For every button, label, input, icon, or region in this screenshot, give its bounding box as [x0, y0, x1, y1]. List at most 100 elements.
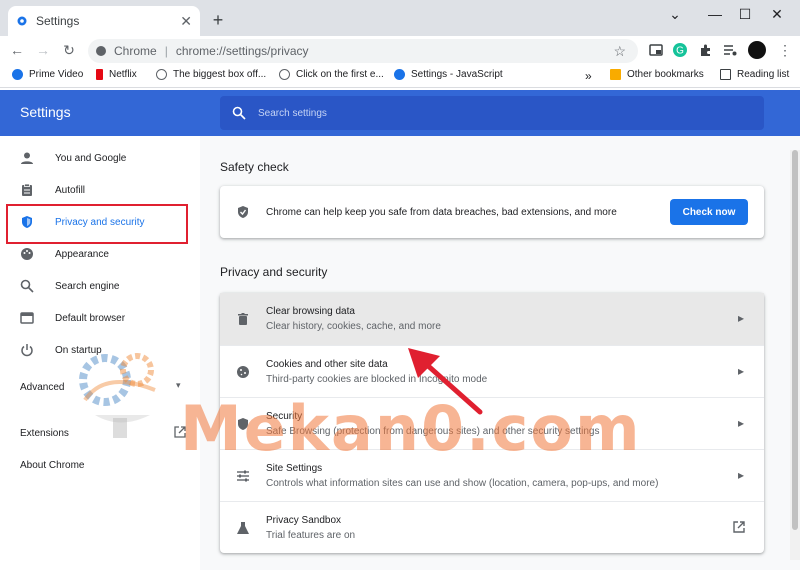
cookies-row[interactable]: Cookies and other site data Third-party …	[220, 345, 764, 397]
trash-icon	[238, 313, 248, 325]
sidebar-item-label: Default browser	[55, 312, 126, 324]
cookie-icon	[237, 365, 249, 378]
sidebar-item-search-engine[interactable]: Search engine	[0, 270, 200, 302]
shield-check-icon	[238, 206, 248, 218]
sidebar-item-default-browser[interactable]: Default browser	[0, 302, 200, 334]
sliders-icon	[237, 470, 249, 481]
reading-list-label: Reading list	[737, 69, 790, 80]
bookmark-label: The biggest box off...	[173, 69, 267, 80]
url-text[interactable]: chrome://settings/privacy	[176, 44, 309, 58]
address-bar[interactable]: Chrome | chrome://settings/privacy ☆	[88, 39, 638, 63]
palette-icon	[21, 248, 33, 260]
other-bookmarks-label: Other bookmarks	[627, 69, 704, 80]
close-window-button[interactable]: ✕	[762, 4, 792, 24]
settings-header: Settings	[0, 90, 800, 136]
reading-list[interactable]: Reading list	[720, 69, 789, 80]
row-title: Privacy Sandbox	[266, 514, 342, 526]
netflix-icon	[96, 69, 103, 80]
chevron-right-icon: ▸	[737, 468, 744, 482]
scrollbar-thumb[interactable]	[792, 150, 798, 530]
tab-search-icon[interactable]: ⌄	[660, 4, 690, 24]
back-icon[interactable]: ←	[6, 40, 28, 60]
tab-settings[interactable]: Settings ✕	[8, 6, 200, 36]
reading-list-icon	[720, 69, 731, 80]
bookmark-item[interactable]: Netflix	[96, 69, 137, 80]
prime-video-icon	[12, 69, 23, 80]
search-input[interactable]	[258, 107, 738, 119]
chevron-right-icon: ▸	[737, 364, 744, 378]
bookmark-label: Settings - JavaScript	[411, 69, 503, 80]
bookmarks-overflow-button[interactable]: »	[585, 69, 592, 83]
menu-dots-icon[interactable]: ⋮	[774, 40, 796, 60]
media-control-icon[interactable]	[722, 42, 738, 58]
safety-check-card: Chrome can help keep you safe from data …	[220, 186, 764, 238]
bookmarks-bar: Prime Video Netflix The biggest box off.…	[0, 64, 800, 88]
globe-icon	[156, 69, 167, 80]
site-label: Chrome	[114, 44, 157, 58]
chrome-site-icon	[96, 46, 106, 56]
page-title: Settings	[20, 104, 71, 120]
safety-check-heading: Safety check	[220, 160, 289, 174]
scrollbar[interactable]	[790, 150, 800, 560]
sidebar-item-label: Search engine	[55, 280, 120, 292]
bookmark-item[interactable]: Prime Video	[12, 69, 83, 80]
red-arrow-annotation	[408, 348, 483, 415]
omnibox-separator: |	[164, 44, 168, 58]
gear-icon	[394, 69, 405, 80]
gear-icon	[17, 16, 27, 26]
svg-text:G: G	[676, 46, 684, 57]
safety-check-text: Chrome can help keep you safe from data …	[266, 206, 617, 218]
sidebar-item-autofill[interactable]: Autofill	[0, 174, 200, 206]
toolbar: ← → ↻ Chrome | chrome://settings/privacy…	[0, 36, 800, 64]
bookmark-item[interactable]: Click on the first e...	[279, 69, 384, 80]
privacy-sandbox-row[interactable]: Privacy Sandbox Trial features are on	[220, 501, 764, 553]
close-tab-icon[interactable]: ✕	[180, 13, 192, 30]
sidebar-item-appearance[interactable]: Appearance	[0, 238, 200, 270]
search-icon	[20, 279, 34, 293]
maximize-button[interactable]: ☐	[730, 4, 760, 24]
minimize-button[interactable]: —	[700, 4, 730, 24]
watermark-logo-icon	[79, 353, 156, 438]
bookmark-label: Click on the first e...	[296, 69, 384, 80]
bookmark-star-icon[interactable]: ☆	[613, 43, 626, 60]
bookmark-item[interactable]: The biggest box off...	[156, 69, 266, 80]
check-now-button[interactable]: Check now	[670, 199, 748, 225]
bookmark-label: Netflix	[109, 69, 137, 80]
row-subtitle: Clear history, cookies, cache, and more	[266, 321, 441, 332]
sidebar-item-you-and-google[interactable]: You and Google	[0, 142, 200, 174]
search-icon	[232, 106, 246, 120]
main-content: Safety check Chrome can help keep you sa…	[200, 136, 800, 570]
row-subtitle: Trial features are on	[266, 529, 356, 541]
browser-icon	[20, 312, 34, 324]
clipboard-icon	[22, 183, 32, 196]
open-in-new-icon	[733, 521, 745, 533]
row-subtitle: Controls what information sites can use …	[266, 477, 659, 489]
privacy-section-heading: Privacy and security	[220, 265, 328, 279]
extensions-puzzle-icon[interactable]	[698, 42, 714, 58]
flask-icon	[237, 521, 249, 534]
bookmark-item[interactable]: Settings - JavaScript	[394, 69, 503, 80]
globe-icon	[279, 69, 290, 80]
power-icon	[21, 344, 33, 357]
folder-icon	[610, 69, 621, 80]
search-box[interactable]	[220, 96, 764, 130]
person-icon	[21, 152, 33, 164]
sidebar-item-label: Autofill	[55, 184, 86, 196]
reload-icon[interactable]: ↻	[58, 40, 80, 60]
tab-title: Settings	[36, 14, 80, 28]
grammarly-icon[interactable]: G	[672, 42, 688, 58]
sidebar-item-label: You and Google	[55, 152, 127, 164]
clear-browsing-data-row[interactable]: Clear browsing data Clear history, cooki…	[220, 293, 764, 345]
sidebar-about-chrome[interactable]: About Chrome	[20, 460, 84, 471]
bookmark-label: Prime Video	[29, 69, 84, 80]
tab-strip: Settings ✕ + ⌄ — ☐ ✕	[0, 0, 800, 36]
chevron-right-icon: ▸	[737, 311, 744, 325]
forward-icon[interactable]: →	[32, 40, 54, 60]
cast-icon[interactable]	[648, 42, 664, 58]
other-bookmarks[interactable]: Other bookmarks	[610, 69, 704, 80]
chevron-right-icon: ▸	[737, 416, 744, 430]
sidebar-item-label: Appearance	[55, 248, 109, 260]
row-title: Clear browsing data	[266, 306, 355, 317]
avatar[interactable]	[748, 41, 766, 59]
new-tab-button[interactable]: +	[208, 10, 228, 30]
